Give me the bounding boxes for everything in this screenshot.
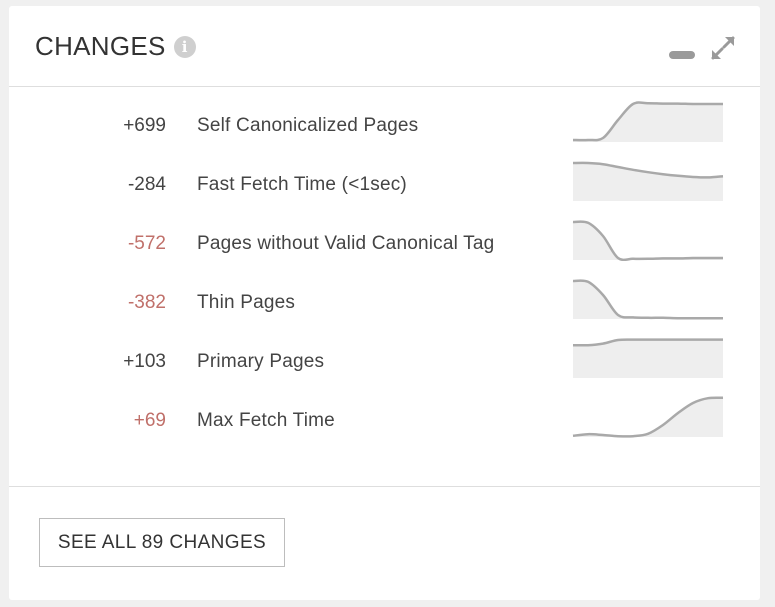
minimize-icon[interactable]: [669, 51, 695, 59]
changes-widget: CHANGES i +699 Self Canonicalized Pages -2…: [9, 6, 760, 600]
sparkline-area: [573, 162, 723, 201]
sparkline-area: [573, 102, 723, 142]
change-row[interactable]: +699 Self Canonicalized Pages: [9, 101, 760, 151]
footer-divider: [9, 486, 760, 487]
expand-icon[interactable]: [709, 34, 737, 62]
info-icon[interactable]: i: [173, 35, 196, 58]
widget-header: CHANGES i: [9, 6, 760, 87]
change-delta: +103: [123, 351, 166, 372]
sparkline-area: [573, 397, 723, 437]
change-row[interactable]: -572 Pages without Valid Canonical Tag: [9, 219, 760, 269]
change-row[interactable]: -284 Fast Fetch Time (<1sec): [9, 160, 760, 210]
change-label[interactable]: Fast Fetch Time (<1sec): [197, 174, 407, 196]
change-row[interactable]: +69 Max Fetch Time: [9, 396, 760, 446]
change-delta: -572: [127, 233, 166, 254]
change-delta: -284: [127, 174, 166, 195]
change-delta: -382: [127, 292, 166, 313]
change-label[interactable]: Self Canonicalized Pages: [197, 115, 418, 137]
change-label[interactable]: Primary Pages: [197, 351, 324, 373]
change-delta: +69: [133, 410, 166, 431]
sparkline-chart: [572, 161, 724, 201]
change-row[interactable]: -382 Thin Pages: [9, 278, 760, 328]
change-label[interactable]: Max Fetch Time: [197, 410, 335, 432]
sparkline-chart: [572, 101, 723, 142]
change-label[interactable]: Thin Pages: [197, 292, 295, 314]
widget-title-text: CHANGES: [35, 31, 166, 61]
sparkline-chart: [572, 338, 723, 378]
change-delta: +699: [123, 115, 166, 136]
change-label[interactable]: Pages without Valid Canonical Tag: [197, 233, 494, 255]
sparkline-chart: [572, 396, 724, 438]
sparkline-chart: [572, 220, 723, 261]
see-all-changes-button[interactable]: SEE ALL 89 CHANGES: [39, 518, 285, 567]
sparkline-chart: [572, 279, 723, 320]
widget-title: CHANGES i: [35, 31, 196, 62]
change-row[interactable]: +103 Primary Pages: [9, 337, 760, 387]
